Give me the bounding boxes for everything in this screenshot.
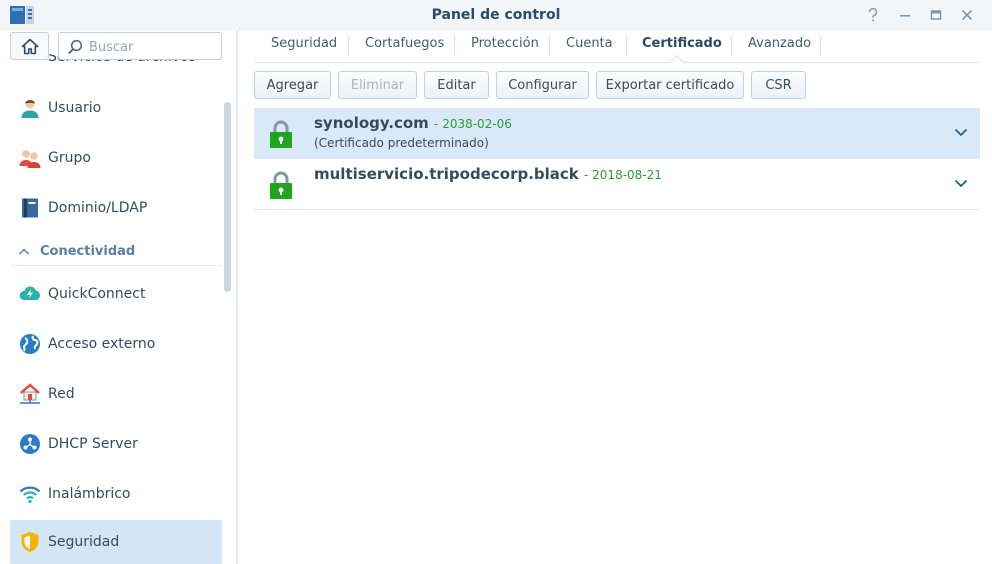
tab-separator <box>348 35 349 55</box>
sidebar-item-label: Grupo <box>48 150 91 166</box>
minimize-button[interactable] <box>896 6 914 24</box>
certificate-name: multiservicio.tripodecorp.black - 2018-0… <box>314 165 662 183</box>
chevron-down-icon[interactable] <box>954 178 968 188</box>
sidebar-item-seguridad[interactable]: Seguridad <box>10 520 222 564</box>
maximize-icon <box>930 10 942 20</box>
certificate-expiry: - 2038-02-06 <box>434 117 512 131</box>
tab-separator <box>626 35 627 55</box>
sidebar-item-inalambrico[interactable]: Inalámbrico <box>10 472 222 516</box>
wireless-icon <box>19 483 41 505</box>
domain-icon <box>19 197 41 219</box>
close-button[interactable] <box>958 6 976 24</box>
sidebar-item-label: Seguridad <box>48 534 120 550</box>
tab-separator <box>454 35 455 55</box>
quickconnect-icon <box>19 283 41 305</box>
sidebar-item-usuario[interactable]: Usuario <box>10 86 222 130</box>
certificate-name: synology.com - 2038-02-06 <box>314 114 512 132</box>
sidebar-item-quickconnect[interactable]: QuickConnect <box>10 272 222 316</box>
lock-icon <box>270 120 292 148</box>
search-box-overlay[interactable] <box>58 32 222 60</box>
sidebar-item-label: QuickConnect <box>48 286 146 302</box>
sidebar-item-label: DHCP Server <box>48 436 138 452</box>
certificate-row[interactable]: multiservicio.tripodecorp.black - 2018-0… <box>254 159 980 210</box>
sidebar-divider <box>236 30 238 564</box>
section-header-conectividad[interactable]: Conectividad <box>10 240 222 266</box>
certificate-domain: multiservicio.tripodecorp.black <box>314 165 579 183</box>
user-icon <box>19 97 41 119</box>
tab-bar: Seguridad Cortafuegos Protección Cuenta … <box>254 30 980 70</box>
external-access-icon <box>19 333 41 355</box>
tab-cortafuegos[interactable]: Cortafuegos <box>365 36 444 51</box>
sidebar-item-label: Acceso externo <box>48 336 156 352</box>
maximize-button[interactable] <box>927 6 945 24</box>
edit-button[interactable]: Editar <box>424 71 489 99</box>
configure-button[interactable]: Configurar <box>496 71 589 99</box>
help-icon <box>868 8 878 22</box>
sidebar: Servicios de archivos Usuario Grupo Domi… <box>0 30 237 564</box>
sidebar-item-grupo[interactable]: Grupo <box>10 136 222 180</box>
home-button-overlay[interactable] <box>10 32 49 60</box>
title-bar: Panel de control <box>0 0 992 30</box>
sidebar-item-dominio-ldap[interactable]: Dominio/LDAP <box>10 186 222 230</box>
home-icon <box>21 38 38 54</box>
csr-button[interactable]: CSR <box>751 71 806 99</box>
delete-button[interactable]: Eliminar <box>338 71 417 99</box>
minimize-icon <box>900 15 910 17</box>
sidebar-item-label: Dominio/LDAP <box>48 200 148 216</box>
sidebar-item-label: Inalámbrico <box>48 486 131 502</box>
search-field[interactable] <box>89 37 217 57</box>
tab-separator <box>549 35 550 55</box>
certificate-expiry: - 2018-08-21 <box>584 168 662 182</box>
sidebar-item-acceso-externo[interactable]: Acceso externo <box>10 322 222 366</box>
sidebar-item-label: Red <box>48 386 75 402</box>
tab-proteccion[interactable]: Protección <box>471 36 539 51</box>
certificate-domain: synology.com <box>314 114 429 132</box>
tab-avanzado[interactable]: Avanzado <box>748 36 811 51</box>
certificate-row[interactable]: synology.com - 2038-02-06 (Certificado p… <box>254 108 980 159</box>
window-title: Panel de control <box>431 7 561 23</box>
tab-separator <box>820 35 821 55</box>
lock-icon <box>270 171 292 199</box>
add-button[interactable]: Agregar <box>254 71 331 99</box>
export-certificate-button[interactable]: Exportar certificado <box>596 71 744 99</box>
active-tab-indicator <box>669 54 685 70</box>
search-icon <box>68 39 83 55</box>
certificate-default-note: (Certificado predeterminado) <box>314 136 489 150</box>
close-icon <box>961 9 973 21</box>
section-label: Conectividad <box>40 244 136 259</box>
sidebar-item-dhcp-server[interactable]: DHCP Server <box>10 422 222 466</box>
sidebar-item-label: Usuario <box>48 100 102 116</box>
tab-seguridad[interactable]: Seguridad <box>271 36 337 51</box>
tab-certificado[interactable]: Certificado <box>642 36 722 51</box>
sidebar-item-red[interactable]: Red <box>10 372 222 416</box>
tab-cuenta[interactable]: Cuenta <box>566 36 613 51</box>
network-icon <box>19 383 41 405</box>
security-icon <box>19 531 41 553</box>
group-icon <box>19 147 41 169</box>
sidebar-scrollbar[interactable] <box>224 102 231 292</box>
dhcp-icon <box>19 433 41 455</box>
chevron-down-icon[interactable] <box>954 127 968 137</box>
chevron-up-icon <box>18 248 30 255</box>
help-button[interactable] <box>864 6 882 24</box>
tab-separator <box>731 35 732 55</box>
